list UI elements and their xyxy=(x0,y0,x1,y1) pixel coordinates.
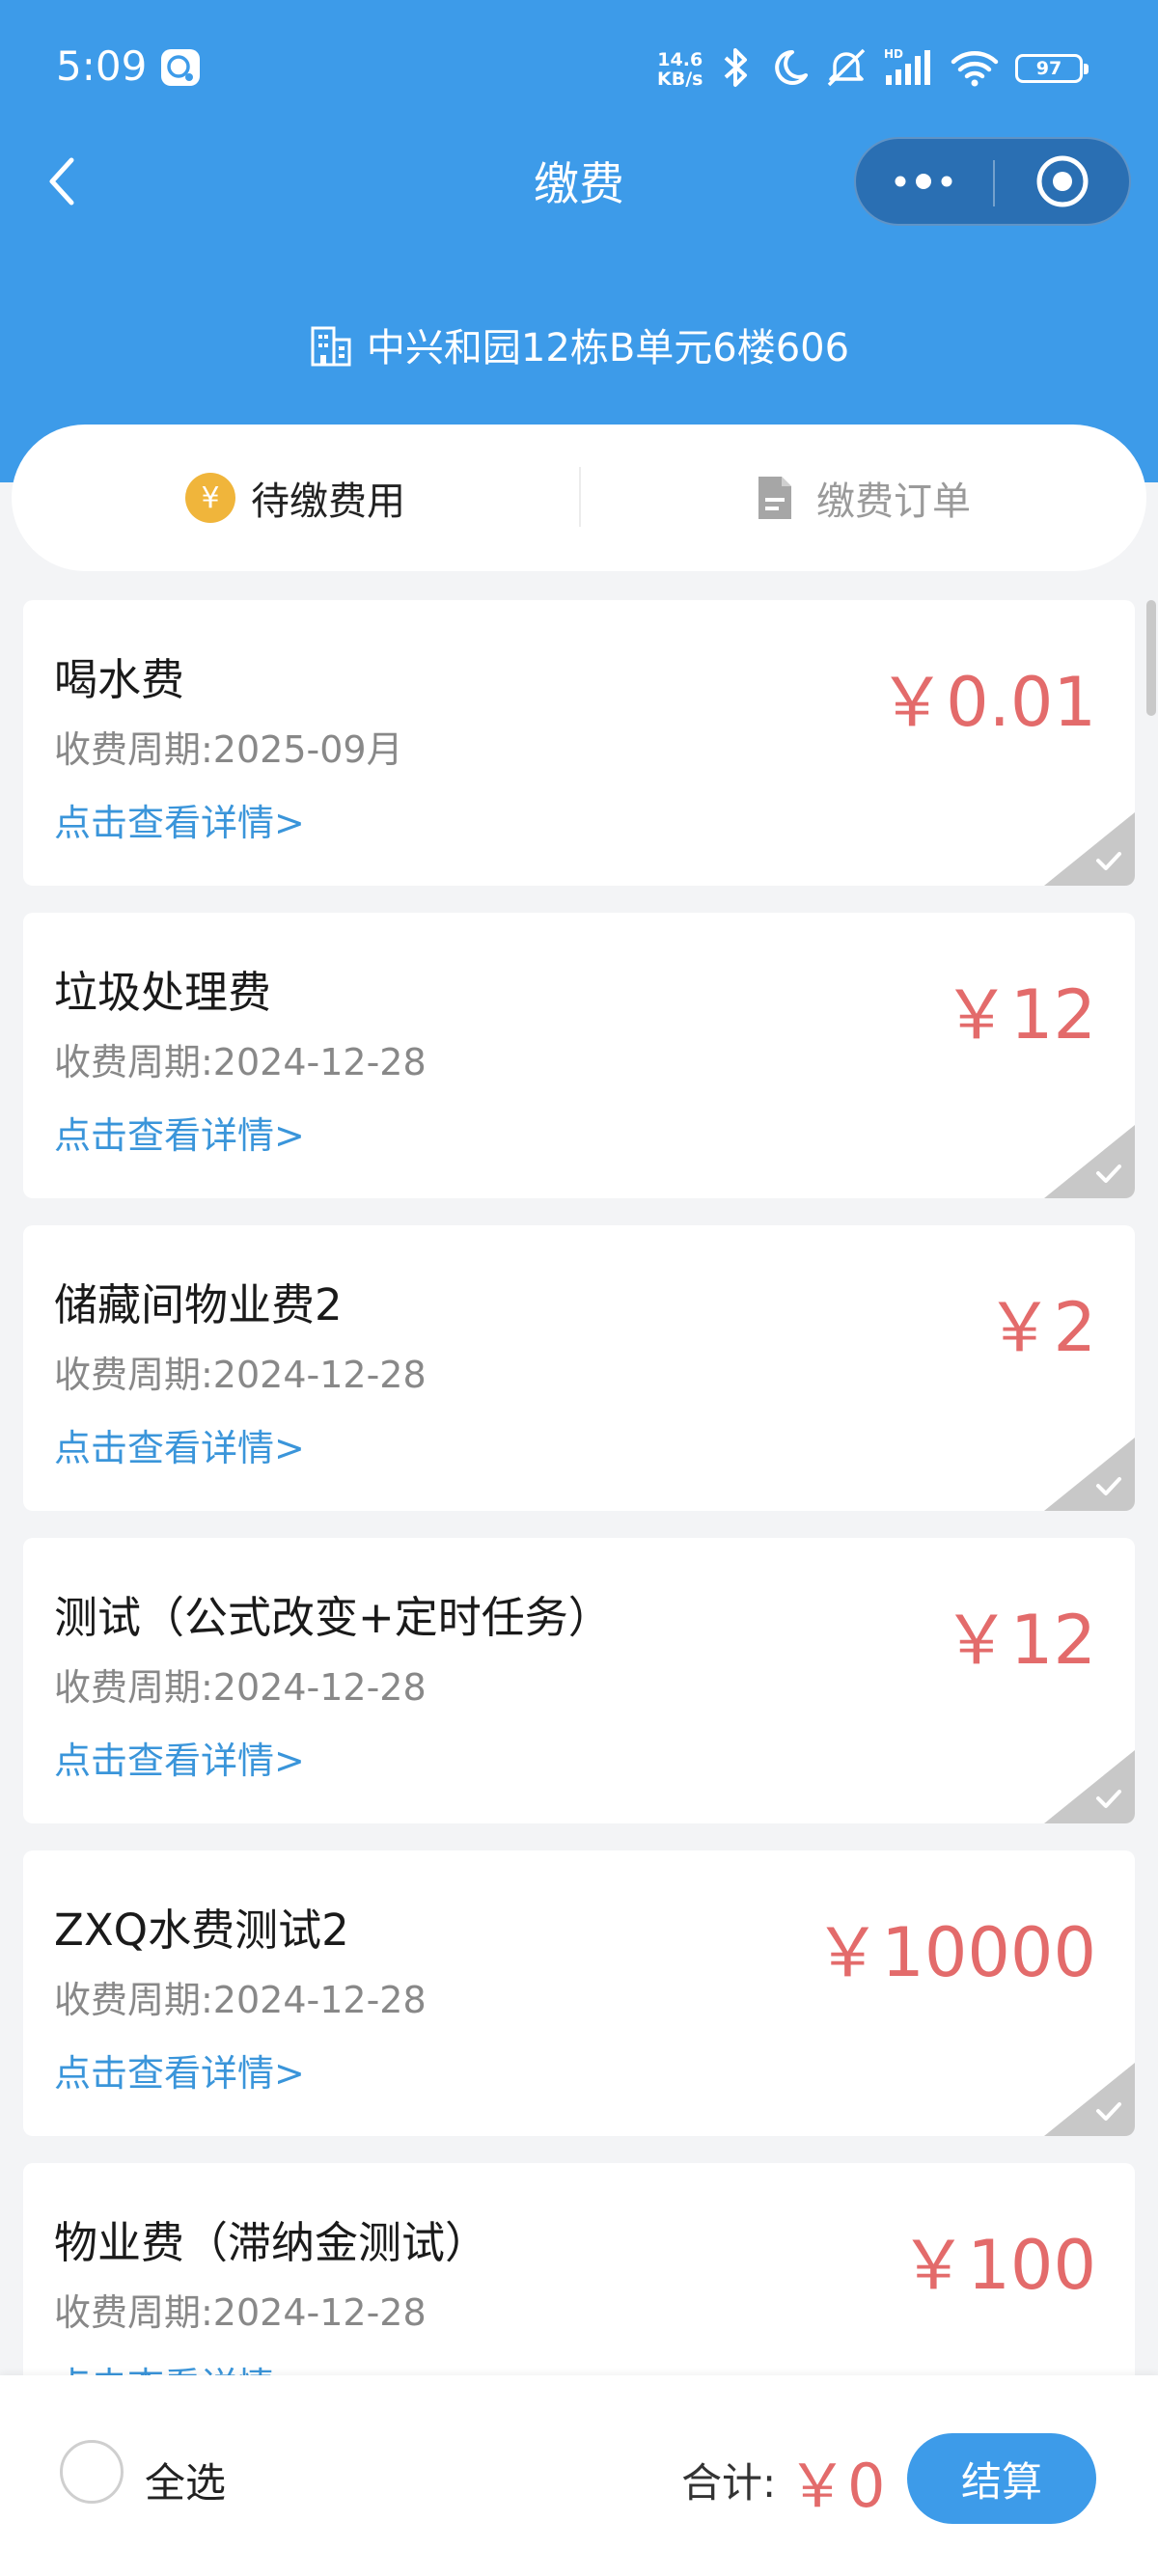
yen-coin-icon: ¥ xyxy=(185,473,235,523)
fee-name: 储藏间物业费2 xyxy=(54,1279,343,1330)
fee-period: 收费周期:2024-12-28 xyxy=(54,1666,427,1709)
bluetooth-icon xyxy=(724,48,747,87)
fee-amount: ￥0.01 xyxy=(878,663,1096,742)
fee-name: ZXQ水费测试2 xyxy=(54,1905,349,1956)
fee-amount: ￥10000 xyxy=(813,1913,1096,1992)
fee-detail-link[interactable]: 点击查看详情> xyxy=(54,793,305,846)
select-all-radio[interactable] xyxy=(60,2440,124,2504)
close-mini-program-button[interactable] xyxy=(995,139,1131,224)
network-speed: 14.6 KB/s xyxy=(657,50,703,89)
fee-amount: ￥12 xyxy=(942,1601,1096,1680)
do-not-disturb-moon-icon xyxy=(775,50,808,85)
fee-amount: ￥100 xyxy=(899,2226,1096,2305)
fee-detail-link[interactable]: 点击查看详情> xyxy=(54,2043,305,2096)
fee-card[interactable]: 储藏间物业费2 收费周期:2024-12-28 点击查看详情> ￥2 xyxy=(23,1225,1135,1511)
fee-detail-link[interactable]: 点击查看详情> xyxy=(54,1106,305,1159)
building-icon xyxy=(311,326,351,367)
fee-name: 喝水费 xyxy=(54,654,185,705)
checkout-bar: 全选 合计: ￥0 结算 xyxy=(0,2375,1158,2576)
select-check-corner-icon[interactable] xyxy=(1044,2063,1135,2136)
fee-name: 测试（公式改变+定时任务） xyxy=(54,1592,612,1643)
address-text: 中兴和园12栋B单元6楼606 xyxy=(366,326,850,370)
network-speed-value: 14.6 xyxy=(657,49,703,70)
fee-amount: ￥2 xyxy=(985,1288,1096,1367)
tab-pending-fees[interactable]: ¥ 待缴费用 xyxy=(12,425,579,571)
target-circle-icon xyxy=(1036,155,1089,207)
fee-period: 收费周期:2024-12-28 xyxy=(54,1979,427,2021)
address-line: 中兴和园12栋B单元6楼606 xyxy=(0,316,1158,372)
status-bar: 5:09 14.6 KB/s HD 97 xyxy=(0,0,1158,135)
select-check-corner-icon[interactable] xyxy=(1044,1438,1135,1511)
fee-name: 垃圾处理费 xyxy=(54,967,272,1018)
mini-program-capsule xyxy=(854,137,1131,226)
more-dots-icon xyxy=(895,174,952,189)
cellular-signal-icon: HD xyxy=(884,47,930,85)
total-amount: ￥0 xyxy=(787,2451,886,2521)
fee-period: 收费周期:2025-09月 xyxy=(54,728,403,771)
svg-text:HD: HD xyxy=(884,47,903,61)
fee-card[interactable]: 喝水费 收费周期:2025-09月 点击查看详情> ￥0.01 xyxy=(23,600,1135,886)
chat-app-icon xyxy=(161,49,200,86)
fee-card[interactable]: 测试（公式改变+定时任务） 收费周期:2024-12-28 点击查看详情> ￥1… xyxy=(23,1538,1135,1823)
battery-indicator: 97 xyxy=(1015,54,1089,83)
wifi-icon xyxy=(951,51,999,87)
scrollbar-thumb[interactable] xyxy=(1146,600,1156,716)
fee-detail-link[interactable]: 点击查看详情> xyxy=(54,1418,305,1471)
silent-bell-icon xyxy=(827,48,866,87)
network-speed-unit: KB/s xyxy=(657,69,703,90)
select-all-label[interactable]: 全选 xyxy=(145,2451,226,2509)
fee-detail-link[interactable]: 点击查看详情> xyxy=(54,1731,305,1784)
checkout-button[interactable]: 结算 xyxy=(907,2433,1096,2524)
tab-orders-label: 缴费订单 xyxy=(816,480,971,524)
fee-card[interactable]: 垃圾处理费 收费周期:2024-12-28 点击查看详情> ￥12 xyxy=(23,913,1135,1198)
select-check-corner-icon[interactable] xyxy=(1044,1125,1135,1198)
total-label: 合计: xyxy=(681,2459,777,2507)
fee-period: 收费周期:2024-12-28 xyxy=(54,2291,427,2334)
fee-amount: ￥12 xyxy=(942,975,1096,1055)
fee-name: 物业费（滞纳金测试） xyxy=(54,2217,489,2268)
tab-payment-orders[interactable]: 缴费订单 xyxy=(579,425,1146,571)
document-icon xyxy=(758,477,791,519)
fee-tabs: ¥ 待缴费用 缴费订单 xyxy=(12,425,1146,571)
fee-card[interactable]: ZXQ水费测试2 收费周期:2024-12-28 点击查看详情> ￥10000 xyxy=(23,1850,1135,2136)
status-time: 5:09 xyxy=(56,42,148,90)
tab-pending-label: 待缴费用 xyxy=(251,480,405,524)
select-check-corner-icon[interactable] xyxy=(1044,1750,1135,1823)
fee-period: 收费周期:2024-12-28 xyxy=(54,1354,427,1396)
fee-list: 喝水费 收费周期:2025-09月 点击查看详情> ￥0.01 垃圾处理费 收费… xyxy=(23,600,1135,2476)
select-check-corner-icon[interactable] xyxy=(1044,812,1135,886)
more-button[interactable] xyxy=(856,139,993,224)
fee-period: 收费周期:2024-12-28 xyxy=(54,1041,427,1083)
